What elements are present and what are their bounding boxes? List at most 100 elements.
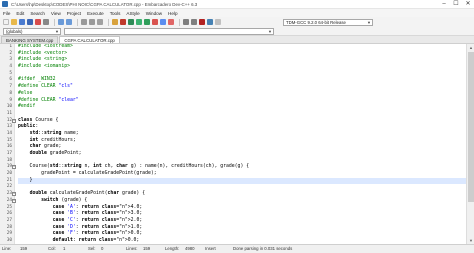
code-line[interactable]: 27 case 'C': return class="n">2.0; — [7, 217, 466, 225]
code-line[interactable]: 23− double calculateGradePoint(char grad… — [7, 191, 466, 198]
fold-toggle-icon[interactable]: − — [12, 192, 16, 197]
fold-toggle-icon[interactable]: − — [12, 165, 16, 170]
compiler-select[interactable]: TDM-GCC 9.2.0 64-bit Release ▼ — [283, 19, 373, 26]
code-line[interactable]: 14 std::string name; — [7, 130, 466, 138]
code-line[interactable]: 2 #include <vector> — [9, 51, 466, 58]
goto-icon[interactable] — [97, 19, 103, 25]
menu-window[interactable]: Window — [146, 11, 162, 16]
menu-bar: File Edit Search View Project Execute To… — [0, 9, 474, 17]
tab-cgpa-calculator[interactable]: CGPA CALCULATOR.cpp — [59, 36, 120, 43]
undo-icon[interactable] — [58, 19, 64, 25]
code-line[interactable]: 11 — [7, 111, 466, 118]
close-button[interactable]: ✕ — [462, 0, 474, 9]
code-line[interactable]: 1 #include <iostream> — [9, 44, 466, 51]
code-line[interactable]: 7 #define CLEAR "cls" — [9, 84, 466, 91]
code-line[interactable]: 20 gradePoint = calculateGradePoint(grad… — [7, 171, 466, 178]
code-line[interactable]: 15 int creditHours; — [7, 138, 466, 145]
toolbar-separator — [179, 18, 180, 26]
run-icon[interactable] — [136, 19, 142, 25]
stop-icon[interactable] — [168, 19, 174, 25]
chevron-down-icon: ▼ — [268, 29, 272, 34]
toggle-bookmark-icon[interactable] — [199, 19, 205, 25]
replace-icon[interactable] — [89, 19, 95, 25]
line-number: 7 — [9, 84, 12, 90]
line-number: 16 — [6, 144, 12, 150]
class-browser-select[interactable]: (globals) ▼ — [3, 28, 61, 35]
code-text: Course(std::string n, int ch, char g) : … — [18, 164, 250, 170]
minimize-button[interactable]: – — [438, 0, 450, 9]
code-line[interactable]: 21 } — [7, 177, 466, 185]
code-text: case 'C': return class="n">2.0; — [52, 217, 143, 223]
menu-view[interactable]: View — [51, 11, 61, 16]
print-icon[interactable] — [43, 19, 49, 25]
indent-icon[interactable] — [183, 19, 189, 25]
status-line-label: Line: — [2, 246, 12, 251]
new-file-icon[interactable] — [3, 19, 9, 25]
redo-icon[interactable] — [66, 19, 72, 25]
vertical-scrollbar[interactable]: ▲ ▼ — [466, 44, 474, 244]
code-editor[interactable]: 1 #include <iostream> 2 #include <vector> 3 #… — [0, 44, 466, 244]
maximize-button[interactable]: ☐ — [450, 0, 462, 9]
code-line[interactable]: 3 #include <string> — [9, 57, 466, 64]
project-options-icon[interactable] — [120, 19, 126, 25]
code-line[interactable]: 9 #define CLEAR "clear" — [9, 98, 466, 105]
code-line[interactable]: 16 char grade; — [7, 144, 466, 151]
menu-execute[interactable]: Execute — [87, 11, 104, 16]
code-text: case 'A': return class="n">4.0; — [52, 204, 143, 210]
code-line[interactable]: 29 case 'F': return class="n">0.0; — [7, 231, 466, 238]
status-lines-label: Lines: — [126, 246, 138, 251]
code-line[interactable]: 6 #ifdef _WIN32 — [9, 77, 466, 84]
about-icon[interactable] — [215, 19, 221, 25]
code-text: #define CLEAR "cls" — [18, 84, 73, 90]
code-line[interactable]: 5 — [9, 71, 466, 78]
scroll-down-icon[interactable]: ▼ — [467, 237, 474, 244]
find-icon[interactable] — [81, 19, 87, 25]
scroll-up-icon[interactable]: ▲ — [467, 44, 474, 51]
new-project-icon[interactable] — [112, 19, 118, 25]
code-text: public: — [18, 124, 39, 130]
open-folder-icon[interactable] — [11, 19, 17, 25]
tab-banking-system[interactable]: BANKING SYSTEM.cpp — [1, 36, 59, 43]
code-text: std::string name; — [29, 130, 79, 136]
code-line[interactable]: 8 #else — [9, 91, 466, 98]
code-line[interactable]: 24− switch (grade) { — [7, 198, 466, 205]
fold-toggle-icon[interactable]: − — [12, 118, 16, 123]
toolbar-separator — [77, 18, 78, 26]
code-line[interactable]: 12− class Course { — [7, 118, 466, 125]
save-all-icon[interactable] — [27, 19, 33, 25]
scrollbar-thumb[interactable] — [468, 52, 474, 202]
close-file-icon[interactable] — [35, 19, 41, 25]
member-select[interactable]: ▼ — [64, 28, 274, 35]
compile-icon[interactable] — [128, 19, 134, 25]
code-text: #include <iostream> — [18, 44, 73, 49]
code-line[interactable]: 13 public: — [7, 124, 466, 131]
goto-bookmark-icon[interactable] — [207, 19, 213, 25]
debug-icon[interactable] — [160, 19, 166, 25]
save-icon[interactable] — [19, 19, 25, 25]
status-sel-label: Sel: — [88, 246, 96, 251]
fold-toggle-icon[interactable]: − — [12, 198, 16, 203]
status-sel-value: 0 — [101, 246, 104, 251]
compile-run-icon[interactable] — [144, 19, 150, 25]
menu-project[interactable]: Project — [67, 11, 81, 16]
status-line-value: 159 — [20, 246, 28, 251]
menu-file[interactable]: File — [3, 11, 10, 16]
code-line[interactable]: 26 case 'B': return class="n">3.0; — [7, 211, 466, 218]
code-text: #endif — [18, 104, 36, 110]
code-line[interactable]: 4 #include <iomanip> — [9, 64, 466, 71]
menu-help[interactable]: Help — [168, 11, 177, 16]
class-select-value: (globals) — [6, 29, 23, 34]
menu-search[interactable]: Search — [30, 11, 45, 16]
unindent-icon[interactable] — [191, 19, 197, 25]
code-text: double gradePoint; — [29, 151, 82, 156]
code-line[interactable]: 10 #endif — [7, 104, 466, 111]
editor-tabs: BANKING SYSTEM.cpp CGPA CALCULATOR.cpp — [0, 36, 474, 44]
code-line[interactable]: 17 double gradePoint; — [7, 151, 466, 158]
compiler-select-value: TDM-GCC 9.2.0 64-bit Release — [286, 20, 346, 25]
window-title: C:\Users\hp\Desktop\CODES\PHI NOIC\CGPA … — [11, 1, 198, 7]
rebuild-icon[interactable] — [152, 19, 158, 25]
menu-astyle[interactable]: AStyle — [126, 11, 139, 16]
menu-edit[interactable]: Edit — [16, 11, 24, 16]
code-text: gradePoint = calculateGradePoint(grade); — [18, 171, 157, 177]
menu-tools[interactable]: Tools — [110, 11, 121, 16]
